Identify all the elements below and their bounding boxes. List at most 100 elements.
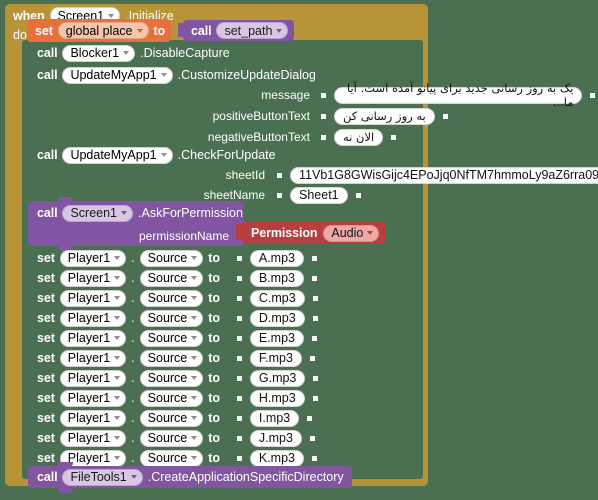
- property-dropdown[interactable]: Source: [139, 389, 204, 407]
- component-dropdown[interactable]: UpdateMyApp1: [62, 146, 173, 164]
- source-value[interactable]: I.mp3: [249, 409, 300, 427]
- set-global-place-block[interactable]: set global place to: [27, 19, 172, 42]
- blocks-canvas[interactable]: when Screen1 .Initialize do set global p…: [0, 0, 598, 500]
- chevron-down-icon[interactable]: [191, 456, 198, 460]
- text-block-negativebuttontext[interactable]: الان نه: [318, 127, 399, 147]
- chevron-down-icon[interactable]: [276, 28, 283, 33]
- component-dropdown[interactable]: Player1: [59, 249, 127, 267]
- set-player-source-row[interactable]: set Player1 . Source to J.mp3: [37, 428, 318, 448]
- chevron-down-icon[interactable]: [114, 456, 121, 460]
- component-dropdown[interactable]: Player1: [59, 289, 127, 307]
- chevron-down-icon[interactable]: [191, 276, 198, 280]
- call-updatemyapp1-checkforupdate[interactable]: call UpdateMyApp1 .CheckForUpdate: [37, 145, 276, 165]
- chevron-down-icon[interactable]: [114, 436, 121, 440]
- chevron-down-icon[interactable]: [191, 256, 198, 260]
- component-dropdown[interactable]: FileTools1: [62, 468, 143, 486]
- positive-button-value[interactable]: به روز رسانی کن: [334, 107, 435, 125]
- component-dropdown[interactable]: Player1: [59, 409, 127, 427]
- set-player-source-row[interactable]: set Player1 . Source to F.mp3: [37, 348, 318, 368]
- set-player-source-row[interactable]: set Player1 . Source to C.mp3: [37, 288, 321, 308]
- chevron-down-icon[interactable]: [191, 436, 198, 440]
- source-value[interactable]: H.mp3: [249, 389, 305, 407]
- property-dropdown[interactable]: Source: [139, 349, 204, 367]
- chevron-down-icon[interactable]: [114, 256, 121, 260]
- chevron-down-icon[interactable]: [160, 73, 167, 77]
- property-dropdown[interactable]: Source: [139, 369, 204, 387]
- property-dropdown[interactable]: Source: [139, 289, 204, 307]
- component-dropdown[interactable]: Screen1: [62, 204, 134, 222]
- call-filetools1-createapplicationspecificdirectory[interactable]: call FileTools1 .CreateApplicationSpecif…: [28, 462, 352, 493]
- component-dropdown[interactable]: Player1: [59, 349, 127, 367]
- chevron-down-icon[interactable]: [191, 416, 198, 420]
- component-dropdown[interactable]: Player1: [59, 389, 127, 407]
- permission-dropdown[interactable]: Audio: [323, 224, 380, 242]
- property-dropdown[interactable]: Source: [139, 269, 204, 287]
- source-value[interactable]: C.mp3: [249, 289, 305, 307]
- component-dropdown[interactable]: Player1: [59, 269, 127, 287]
- set-player-source-row[interactable]: set Player1 . Source to B.mp3: [37, 268, 320, 288]
- set-player-source-row[interactable]: set Player1 . Source to D.mp3: [37, 308, 321, 328]
- set-player-source-row[interactable]: set Player1 . Source to H.mp3: [37, 388, 321, 408]
- message-value[interactable]: یک به روز رسانی جدید برای پیانو آمده است…: [333, 81, 583, 109]
- set-player-source-row[interactable]: set Player1 . Source to A.mp3: [37, 248, 320, 268]
- chevron-down-icon[interactable]: [191, 296, 198, 300]
- source-value[interactable]: J.mp3: [249, 429, 302, 447]
- source-value[interactable]: F.mp3: [249, 349, 302, 367]
- component-dropdown[interactable]: Player1: [59, 309, 127, 327]
- component-dropdown[interactable]: UpdateMyApp1: [62, 66, 173, 84]
- property-dropdown[interactable]: Source: [139, 249, 204, 267]
- chevron-down-icon[interactable]: [160, 153, 167, 157]
- component-dropdown[interactable]: Player1: [59, 429, 127, 447]
- chevron-down-icon[interactable]: [121, 211, 128, 215]
- chevron-down-icon[interactable]: [191, 396, 198, 400]
- set-player-source-row[interactable]: set Player1 . Source to G.mp3: [37, 368, 321, 388]
- call-blocker1-disablecapture[interactable]: call Blocker1 .DisableCapture: [37, 43, 230, 63]
- text-block-message[interactable]: یک به روز رسانی جدید برای پیانو آمده است…: [318, 81, 598, 109]
- property-dropdown[interactable]: Source: [139, 309, 204, 327]
- chevron-down-icon[interactable]: [191, 376, 198, 380]
- source-value[interactable]: K.mp3: [249, 449, 305, 467]
- chevron-down-icon[interactable]: [130, 475, 137, 479]
- chevron-down-icon[interactable]: [114, 376, 121, 380]
- procedure-dropdown[interactable]: set_path: [216, 22, 289, 39]
- property-dropdown[interactable]: Source: [139, 409, 204, 427]
- chevron-down-icon[interactable]: [367, 231, 374, 235]
- askforpermission-header[interactable]: call Screen1 .AskForPermission: [28, 201, 244, 225]
- component-dropdown[interactable]: Player1: [59, 329, 127, 347]
- chevron-down-icon[interactable]: [191, 336, 198, 340]
- set-player-source-row[interactable]: set Player1 . Source to K.mp3: [37, 448, 320, 468]
- set-player-source-row[interactable]: set Player1 . Source to I.mp3: [37, 408, 315, 428]
- property-dropdown[interactable]: Source: [139, 429, 204, 447]
- sheetid-value[interactable]: 11Vb1G8GWisGijc4EPoJjq0NfTM7hmmoLy9aZ6rr…: [290, 166, 598, 184]
- chevron-down-icon[interactable]: [114, 276, 121, 280]
- chevron-down-icon[interactable]: [114, 336, 121, 340]
- permission-audio-block[interactable]: Permission Audio: [242, 222, 386, 244]
- component-dropdown[interactable]: Blocker1: [62, 44, 136, 62]
- sheetname-value[interactable]: Sheet1: [290, 186, 348, 204]
- text-block-sheetname[interactable]: Sheet1: [274, 185, 364, 205]
- chevron-down-icon[interactable]: [114, 296, 121, 300]
- source-value[interactable]: E.mp3: [249, 329, 305, 347]
- call-screen1-askforpermission-block[interactable]: call Screen1 .AskForPermission permissio…: [28, 197, 244, 251]
- global-variable-dropdown[interactable]: global place: [57, 22, 149, 39]
- text-block-positivebuttontext[interactable]: به روز رسانی کن: [318, 106, 451, 126]
- chevron-down-icon[interactable]: [114, 416, 121, 420]
- chevron-down-icon[interactable]: [136, 28, 143, 33]
- negative-button-value[interactable]: الان نه: [334, 128, 384, 146]
- chevron-down-icon[interactable]: [114, 356, 121, 360]
- chevron-down-icon[interactable]: [191, 316, 198, 320]
- component-dropdown[interactable]: Player1: [59, 369, 127, 387]
- source-value[interactable]: A.mp3: [249, 249, 305, 267]
- source-value[interactable]: B.mp3: [249, 269, 305, 287]
- text-block-sheetid[interactable]: 11Vb1G8GWisGijc4EPoJjq0NfTM7hmmoLy9aZ6rr…: [274, 165, 598, 185]
- source-value[interactable]: D.mp3: [249, 309, 305, 327]
- property-dropdown[interactable]: Source: [139, 449, 204, 467]
- property-dropdown[interactable]: Source: [139, 329, 204, 347]
- source-value[interactable]: G.mp3: [249, 369, 306, 387]
- chevron-down-icon[interactable]: [123, 51, 130, 55]
- chevron-down-icon[interactable]: [191, 356, 198, 360]
- chevron-down-icon[interactable]: [114, 396, 121, 400]
- call-updatemyapp1-customizeupdatedialog[interactable]: call UpdateMyApp1 .CustomizeUpdateDialog: [37, 65, 316, 85]
- set-player-source-row[interactable]: set Player1 . Source to E.mp3: [37, 328, 320, 348]
- chevron-down-icon[interactable]: [108, 13, 115, 18]
